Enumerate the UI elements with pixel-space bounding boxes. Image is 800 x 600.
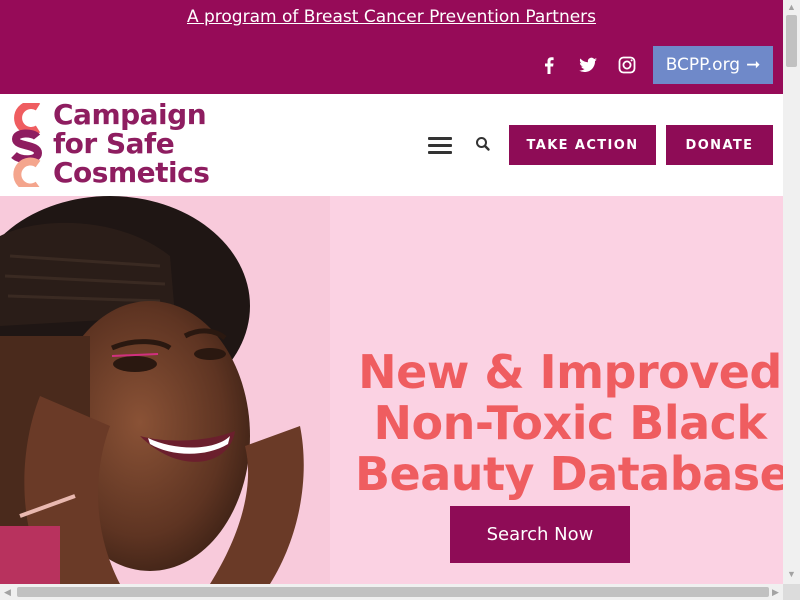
program-link[interactable]: A program of Breast Cancer Prevention Pa…: [0, 7, 783, 27]
top-bar: A program of Breast Cancer Prevention Pa…: [0, 0, 783, 94]
csc-logo-mark[interactable]: [8, 103, 44, 187]
scroll-left-icon[interactable]: ◀: [3, 587, 12, 597]
hero-title-line: Non-Toxic Black: [373, 396, 767, 450]
arrow-right-icon: ➞: [746, 55, 761, 75]
scrollbar-corner: [783, 584, 800, 600]
horizontal-scrollbar[interactable]: ◀ ▶: [0, 584, 783, 600]
search-now-button[interactable]: Search Now: [450, 506, 630, 563]
logo-line: Cosmetics: [53, 156, 210, 189]
scrollbar-thumb[interactable]: [17, 587, 769, 597]
vertical-scrollbar[interactable]: ▲ ▼: [783, 0, 800, 584]
scroll-down-icon[interactable]: ▼: [787, 570, 796, 579]
hamburger-icon[interactable]: [428, 137, 452, 155]
scrollbar-thumb[interactable]: [786, 15, 797, 67]
instagram-icon[interactable]: [615, 53, 639, 77]
facebook-icon[interactable]: [537, 53, 561, 77]
logo-line: for Safe: [53, 127, 175, 160]
logo-wordmark[interactable]: Campaign for Safe Cosmetics: [53, 98, 210, 189]
logo-line: Campaign: [53, 98, 207, 131]
twitter-icon[interactable]: [576, 53, 600, 77]
scroll-right-icon[interactable]: ▶: [771, 587, 780, 597]
bcpp-label: BCPP.org: [665, 55, 741, 75]
take-action-button[interactable]: TAKE ACTION: [509, 125, 656, 165]
hero-title: New & Improved Non-Toxic Black Beauty Da…: [355, 347, 783, 500]
search-icon[interactable]: [474, 135, 492, 153]
hero-portrait-image: [0, 196, 330, 584]
hero-title-line: Beauty Database: [355, 447, 783, 501]
scroll-up-icon[interactable]: ▲: [787, 3, 796, 12]
hero-title-line: New & Improved: [358, 345, 782, 399]
donate-button[interactable]: DONATE: [666, 125, 773, 165]
bcpp-org-button[interactable]: BCPP.org ➞: [653, 46, 773, 84]
hero-banner: New & Improved Non-Toxic Black Beauty Da…: [0, 196, 783, 584]
